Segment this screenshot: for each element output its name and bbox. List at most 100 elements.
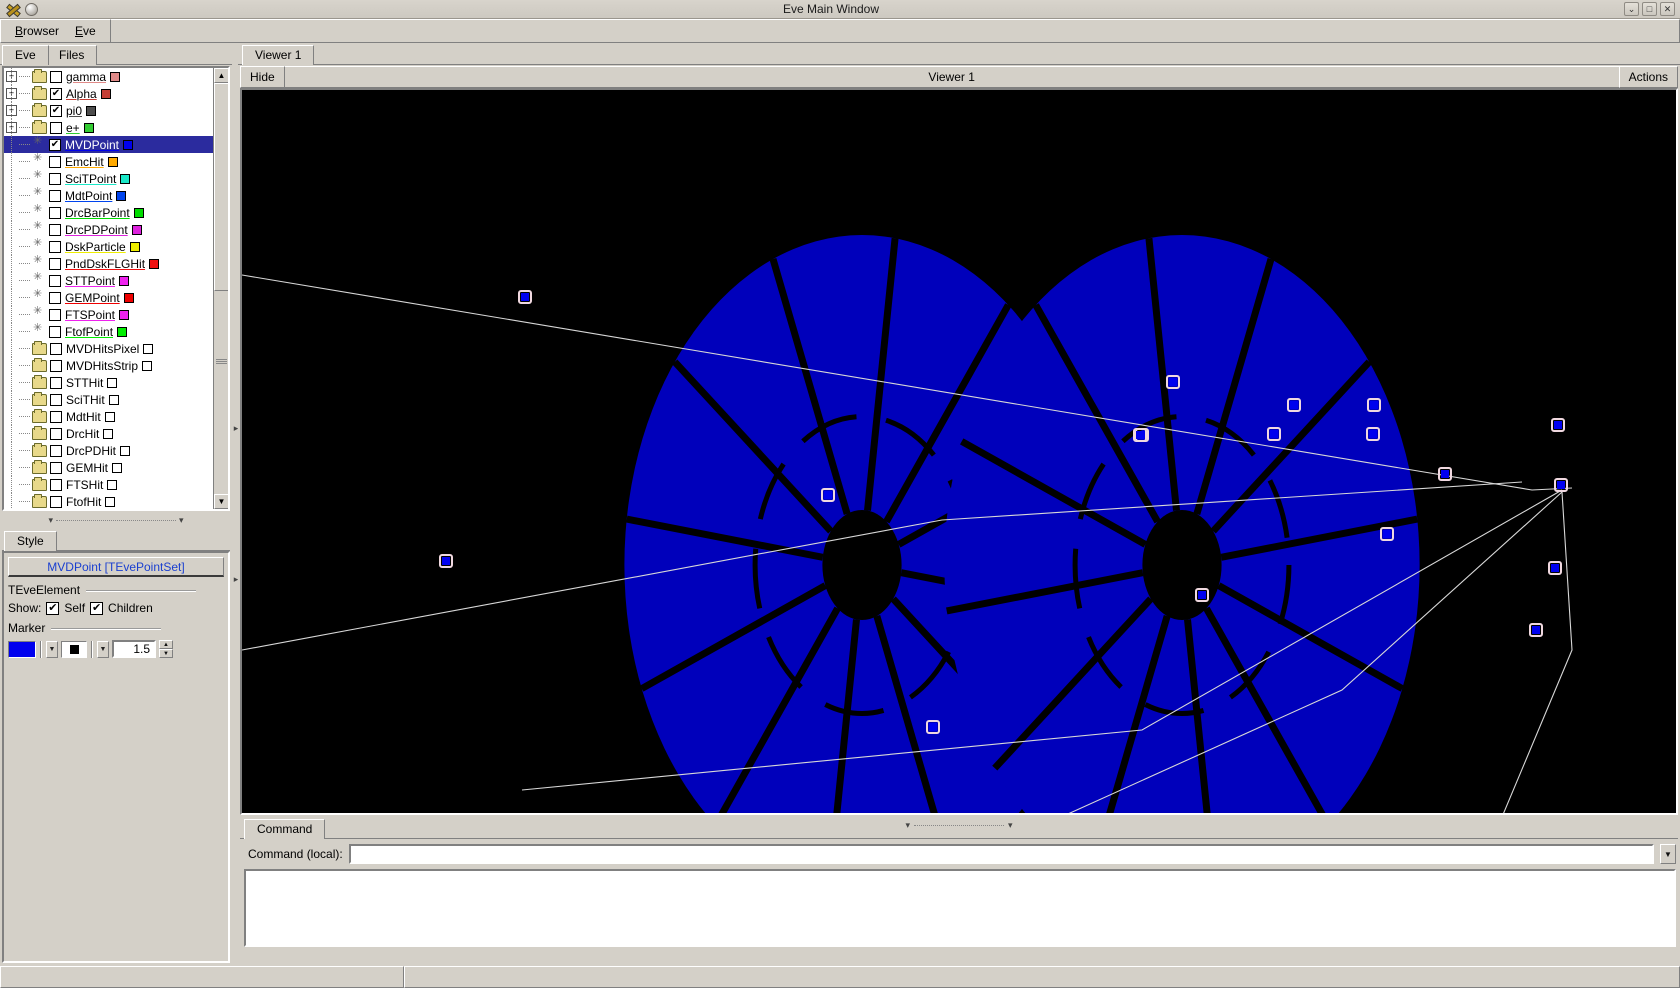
tree-item-color-swatch[interactable] bbox=[116, 191, 126, 201]
tree-item-alpha[interactable]: +✔Alpha bbox=[4, 85, 216, 102]
tree-item-mvdhitspixel[interactable]: MVDHitsPixel bbox=[4, 340, 216, 357]
tree-item-color-swatch[interactable] bbox=[103, 429, 113, 439]
tab-files[interactable]: Files bbox=[46, 45, 97, 65]
tab-eve[interactable]: Eve bbox=[2, 45, 49, 65]
tree-item-color-swatch[interactable] bbox=[84, 123, 94, 133]
tree-item-gamma[interactable]: +gamma bbox=[4, 68, 216, 85]
actions-button[interactable]: Actions bbox=[1619, 66, 1678, 88]
tree-item-scitpoint[interactable]: SciTPoint bbox=[4, 170, 216, 187]
tab-viewer-1[interactable]: Viewer 1 bbox=[242, 45, 314, 65]
tree-item-checkbox[interactable] bbox=[50, 71, 62, 83]
marker-size-stepper[interactable]: ▲ ▼ bbox=[159, 640, 173, 658]
tree-item-color-swatch[interactable] bbox=[112, 463, 122, 473]
tree-item-scithit[interactable]: SciTHit bbox=[4, 391, 216, 408]
tree-item-mdthit[interactable]: MdtHit bbox=[4, 408, 216, 425]
tree-item-checkbox[interactable] bbox=[49, 156, 61, 168]
marker-color-swatch[interactable] bbox=[8, 641, 36, 658]
stepper-up-icon[interactable]: ▲ bbox=[159, 640, 173, 649]
tree-item-checkbox[interactable]: ✔ bbox=[50, 105, 62, 117]
tree-item-checkbox[interactable] bbox=[49, 173, 61, 185]
tree-item-checkbox[interactable] bbox=[50, 377, 62, 389]
scroll-down-button[interactable]: ▼ bbox=[214, 494, 229, 509]
tree-item-color-swatch[interactable] bbox=[105, 497, 115, 507]
tree-item-checkbox[interactable] bbox=[49, 190, 61, 202]
tree-item-color-swatch[interactable] bbox=[124, 293, 134, 303]
tree-item-pnddskflghit[interactable]: PndDskFLGHit bbox=[4, 255, 216, 272]
tree-item-checkbox[interactable] bbox=[50, 445, 62, 457]
tree-item-color-swatch[interactable] bbox=[86, 106, 96, 116]
tree-item-color-swatch[interactable] bbox=[119, 276, 129, 286]
tree-item-emchit[interactable]: EmcHit bbox=[4, 153, 216, 170]
show-self-checkbox[interactable]: ✔ bbox=[46, 602, 59, 615]
scroll-thumb[interactable] bbox=[214, 83, 229, 291]
tree-item-pi0[interactable]: +✔pi0 bbox=[4, 102, 216, 119]
tree-item-mdtpoint[interactable]: MdtPoint bbox=[4, 187, 216, 204]
menu-eve[interactable]: Eve bbox=[67, 22, 104, 40]
tree-item-color-swatch[interactable] bbox=[105, 412, 115, 422]
tree-item-checkbox[interactable] bbox=[50, 462, 62, 474]
tab-command[interactable]: Command bbox=[244, 819, 325, 839]
tree-item-checkbox[interactable] bbox=[49, 258, 61, 270]
tree-item-drchit[interactable]: DrcHit bbox=[4, 425, 216, 442]
tree-item-stthit[interactable]: STTHit bbox=[4, 374, 216, 391]
tree-vertical-scrollbar[interactable]: ▲ ▼ bbox=[213, 68, 228, 509]
tree-item-color-swatch[interactable] bbox=[130, 242, 140, 252]
tree-item-checkbox[interactable] bbox=[50, 479, 62, 491]
tree-item-dskparticle[interactable]: DskParticle bbox=[4, 238, 216, 255]
tree-item-checkbox[interactable] bbox=[50, 360, 62, 372]
marker-style-dropdown-arrow-icon[interactable]: ▼ bbox=[97, 641, 109, 658]
tree-item-gemhit[interactable]: GEMHit bbox=[4, 459, 216, 476]
tree-item-checkbox[interactable] bbox=[49, 275, 61, 287]
tree-item-color-swatch[interactable] bbox=[117, 327, 127, 337]
tree-item-ftshit[interactable]: FTSHit bbox=[4, 476, 216, 493]
tree-item-color-swatch[interactable] bbox=[149, 259, 159, 269]
marker-style-swatch[interactable] bbox=[61, 641, 87, 658]
tree-item-checkbox[interactable] bbox=[50, 394, 62, 406]
tree-item-color-swatch[interactable] bbox=[119, 310, 129, 320]
tree-item-ftofhit[interactable]: FtofHit bbox=[4, 493, 216, 509]
tree-item-sttpoint[interactable]: STTPoint bbox=[4, 272, 216, 289]
tree-item-color-swatch[interactable] bbox=[132, 225, 142, 235]
event-display-canvas[interactable] bbox=[242, 90, 1676, 813]
tree-item-checkbox[interactable] bbox=[49, 241, 61, 253]
tree-item-drcpdhit[interactable]: DrcPDHit bbox=[4, 442, 216, 459]
tree-item-checkbox[interactable]: ✔ bbox=[50, 88, 62, 100]
tree-item-color-swatch[interactable] bbox=[120, 174, 130, 184]
marker-size-field[interactable]: 1.5 bbox=[112, 640, 156, 658]
tree-item-color-swatch[interactable] bbox=[110, 72, 120, 82]
tree-item-color-swatch[interactable] bbox=[134, 208, 144, 218]
tree-item-checkbox[interactable] bbox=[50, 428, 62, 440]
tree-item-mvdpoint[interactable]: ✔MVDPoint bbox=[4, 136, 216, 153]
tree-item-mvdhitsstrip[interactable]: MVDHitsStrip bbox=[4, 357, 216, 374]
tree-item-checkbox[interactable] bbox=[49, 309, 61, 321]
tree-item-color-swatch[interactable] bbox=[142, 361, 152, 371]
tree-item-checkbox[interactable] bbox=[49, 326, 61, 338]
tree-item-checkbox[interactable] bbox=[50, 496, 62, 508]
left-horizontal-splitter[interactable]: ▾ ▾ bbox=[2, 513, 230, 527]
menu-browser[interactable]: Browser bbox=[7, 22, 67, 40]
command-input[interactable] bbox=[349, 844, 1654, 864]
tree-item-gempoint[interactable]: GEMPoint bbox=[4, 289, 216, 306]
show-children-checkbox[interactable]: ✔ bbox=[90, 602, 103, 615]
eve-object-tree[interactable]: +gamma+✔Alpha+✔pi0+e+✔MVDPointEmcHitSciT… bbox=[2, 66, 230, 511]
scroll-up-button[interactable]: ▲ bbox=[214, 68, 229, 83]
marker-color-dropdown-arrow-icon[interactable]: ▼ bbox=[46, 641, 58, 658]
tree-item-checkbox[interactable] bbox=[49, 207, 61, 219]
tree-item-color-swatch[interactable] bbox=[109, 395, 119, 405]
tree-item-drcbarpoint[interactable]: DrcBarPoint bbox=[4, 204, 216, 221]
tree-item-drcpdpoint[interactable]: DrcPDPoint bbox=[4, 221, 216, 238]
minimize-button[interactable]: ⌄ bbox=[1624, 2, 1639, 16]
tab-style[interactable]: Style bbox=[4, 531, 57, 551]
tree-item-ftofpoint[interactable]: FtofPoint bbox=[4, 323, 216, 340]
maximize-button[interactable]: □ bbox=[1642, 2, 1657, 16]
close-button[interactable]: ✕ bbox=[1660, 2, 1675, 16]
tree-item-checkbox[interactable] bbox=[49, 292, 61, 304]
tree-item-checkbox[interactable] bbox=[50, 411, 62, 423]
tree-item-ftspoint[interactable]: FTSPoint bbox=[4, 306, 216, 323]
tree-item-color-swatch[interactable] bbox=[107, 378, 117, 388]
tree-item-color-swatch[interactable] bbox=[123, 140, 133, 150]
command-output-area[interactable] bbox=[244, 869, 1676, 947]
tree-item-checkbox[interactable] bbox=[50, 343, 62, 355]
tree-item-checkbox[interactable]: ✔ bbox=[49, 139, 61, 151]
tree-item-color-swatch[interactable] bbox=[107, 480, 117, 490]
